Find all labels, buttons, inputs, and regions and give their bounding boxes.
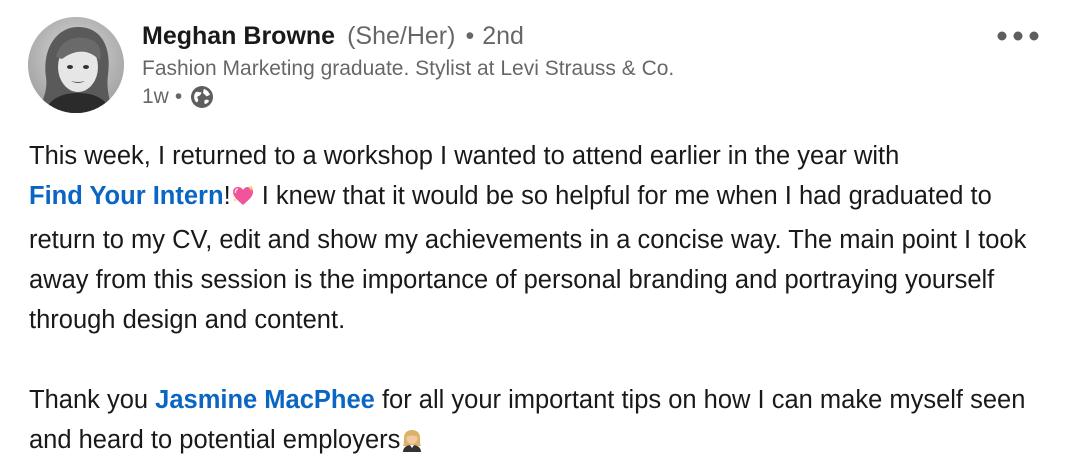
author-pronouns: (She/Her): [347, 22, 456, 50]
sparkling-heart-icon: [231, 180, 255, 220]
mention-jasmine-macphee[interactable]: Jasmine MacPhee: [155, 386, 375, 414]
separator-dot: •: [465, 22, 475, 50]
post-paragraph-2: Thank you Jasmine MacPhee for all your i…: [29, 380, 1039, 464]
author-headline: Fashion Marketing graduate. Stylist at L…: [142, 57, 675, 80]
globe-icon: [190, 85, 214, 109]
post-timestamp[interactable]: 1w: [142, 85, 169, 109]
feed-post: Meghan Browne (She/Her) • 2nd Fashion Ma…: [0, 0, 1070, 468]
more-horizontal-icon: [997, 31, 1039, 41]
separator-dot: •: [174, 85, 183, 108]
post-text-segment: !: [223, 182, 231, 210]
mention-find-your-intern[interactable]: Find Your Intern: [29, 182, 224, 210]
author-name[interactable]: Meghan Browne: [142, 22, 335, 51]
post-text-segment: Thank you: [29, 386, 156, 414]
post-text-segment: This week, I returned to a workshop I wa…: [29, 142, 900, 170]
post-paragraph-1: This week, I returned to a workshop I wa…: [29, 136, 1039, 340]
post-meta: 1w •: [142, 85, 990, 109]
more-options-button[interactable]: [994, 22, 1042, 50]
connection-degree: 2nd: [482, 22, 524, 50]
woman-office-worker-icon: [400, 424, 424, 464]
post-commentary: This week, I returned to a workshop I wa…: [29, 136, 1039, 464]
author-info: Meghan Browne (She/Her) • 2nd Fashion Ma…: [142, 22, 990, 109]
author-avatar[interactable]: [28, 17, 124, 113]
author-title-line: Meghan Browne (She/Her) • 2nd: [142, 22, 990, 51]
